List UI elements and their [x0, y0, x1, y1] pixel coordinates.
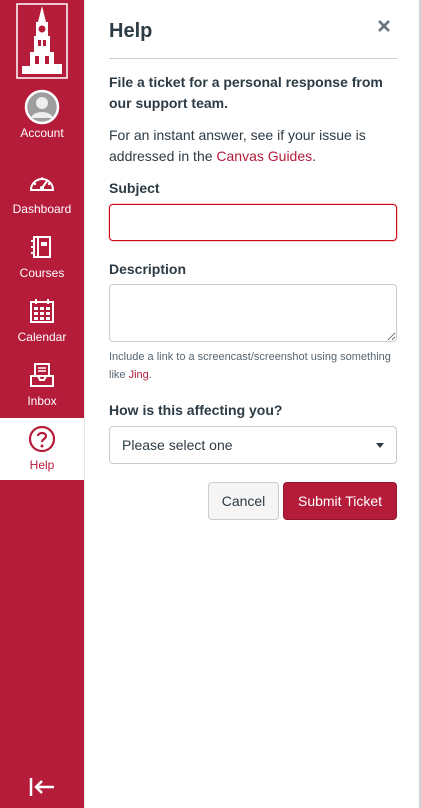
impact-selected-value: Please select one [122, 437, 233, 453]
help-panel: Help File a ticket for a personal respon… [84, 0, 421, 808]
submit-ticket-button[interactable]: Submit Ticket [283, 482, 397, 520]
nav-label-dashboard: Dashboard [12, 202, 72, 216]
attachment-hint: Include a link to a screencast/screensho… [109, 348, 399, 384]
jing-link[interactable]: Jing [129, 369, 149, 381]
panel-title: Help [109, 20, 153, 42]
nav-item-courses[interactable]: Courses [0, 232, 84, 294]
avatar-icon [24, 89, 60, 125]
nav-item-calendar[interactable]: Calendar [0, 296, 84, 358]
collapse-sidebar-icon [29, 778, 54, 796]
dashboard-icon [28, 168, 56, 198]
courses-icon [29, 232, 55, 262]
title-divider [109, 58, 397, 59]
inbox-icon [29, 360, 55, 390]
nav-item-inbox[interactable]: Inbox [0, 360, 84, 422]
subject-label: Subject [109, 180, 160, 196]
nav-item-help[interactable]: Help [0, 418, 84, 480]
nav-item-dashboard[interactable]: Dashboard [0, 168, 84, 230]
description-label: Description [109, 261, 187, 277]
cancel-button[interactable]: Cancel [208, 482, 279, 520]
canvas-guides-link[interactable]: Canvas Guides [216, 148, 312, 164]
collapse-sidebar-button[interactable] [28, 776, 56, 798]
school-logo[interactable] [16, 0, 68, 80]
global-nav-sidebar: Account Dashboard Courses Calendar Inbox… [0, 0, 84, 808]
nav-item-account[interactable]: Account [0, 89, 84, 154]
help-icon [28, 424, 56, 454]
nav-label-calendar: Calendar [17, 330, 67, 344]
description-textarea[interactable] [109, 284, 397, 342]
nav-label-account: Account [20, 126, 64, 140]
nav-label-help: Help [29, 458, 55, 472]
hint-suffix: . [148, 369, 152, 381]
impact-select[interactable]: Please select one [109, 426, 397, 464]
nav-label-courses: Courses [19, 266, 65, 280]
subject-input[interactable] [109, 204, 397, 241]
caret-down-icon [376, 442, 384, 448]
nav-label-inbox: Inbox [27, 394, 57, 408]
info-suffix: . [312, 148, 317, 164]
lead-text: File a ticket for a personal response fr… [109, 74, 383, 111]
info-text: For an instant answer, see if your issue… [109, 125, 399, 167]
calendar-icon [29, 296, 55, 326]
close-button[interactable] [376, 18, 392, 34]
clock-tower-logo-icon [16, 3, 68, 79]
close-icon [378, 20, 390, 32]
impact-label: How is this affecting you? [109, 402, 283, 418]
